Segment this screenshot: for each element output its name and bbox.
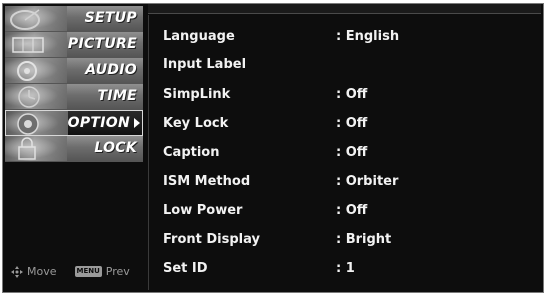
category-label: OPTION <box>67 115 130 131</box>
setting-name: ISM Method <box>163 174 251 189</box>
category-lock[interactable]: LOCK <box>5 136 143 162</box>
chevron-right-icon <box>134 118 140 128</box>
category-audio[interactable]: AUDIO <box>5 58 143 84</box>
category-picture[interactable]: PICTURE <box>5 32 143 58</box>
setting-name: SimpLink <box>163 87 231 102</box>
setting-row-low-power[interactable]: Low Power : Off <box>163 203 533 223</box>
category-label: TIME <box>97 88 137 104</box>
setting-row-ism-method[interactable]: ISM Method : Orbiter <box>163 174 533 194</box>
settings-panel: Language : English Input Label SimpLink … <box>148 15 542 290</box>
setting-value: : 1 <box>336 261 355 276</box>
setting-name: Key Lock <box>163 116 229 131</box>
setting-row-set-id[interactable]: Set ID : 1 <box>163 261 533 281</box>
setting-name: Caption <box>163 145 220 160</box>
category-time[interactable]: TIME <box>5 84 143 110</box>
setting-row-key-lock[interactable]: Key Lock : Off <box>163 116 533 136</box>
setting-name: Set ID <box>163 261 208 276</box>
setting-row-caption[interactable]: Caption : Off <box>163 145 533 165</box>
clock-icon <box>5 84 67 109</box>
setting-row-front-display[interactable]: Front Display : Bright <box>163 232 533 252</box>
prev-hint-label: Prev <box>105 265 130 278</box>
category-label: PICTURE <box>67 36 137 52</box>
setting-row-simplink[interactable]: SimpLink : Off <box>163 87 533 107</box>
menu-key-icon: MENU <box>74 266 102 277</box>
category-sidebar: SETUP PICTURE AUDIO TIME OPTION LOCK Mov… <box>5 6 146 290</box>
film-strip-icon <box>5 32 67 57</box>
setting-value: : Bright <box>336 232 392 247</box>
setting-value: : Off <box>336 145 368 160</box>
setting-row-input-label[interactable]: Input Label <box>163 57 533 77</box>
tv-osd-menu: SETUP PICTURE AUDIO TIME OPTION LOCK Mov… <box>2 3 544 293</box>
option-dial-icon <box>6 111 68 135</box>
navigation-hints: Move MENU Prev <box>11 265 130 278</box>
speaker-icon <box>5 58 67 83</box>
panel-top-border <box>148 4 541 14</box>
satellite-dish-icon <box>5 6 67 31</box>
setting-value: : Off <box>336 87 368 102</box>
move-icon <box>11 265 23 278</box>
setting-value: : Orbiter <box>336 174 399 189</box>
setting-value: : Off <box>336 203 368 218</box>
setting-value: : English <box>336 29 400 44</box>
category-label: SETUP <box>84 10 137 26</box>
setting-name: Low Power <box>163 203 243 218</box>
move-hint-label: Move <box>27 265 57 278</box>
setting-name: Front Display <box>163 232 260 247</box>
setting-row-language[interactable]: Language : English <box>163 29 533 49</box>
lock-icon <box>5 136 67 161</box>
setting-name: Language <box>163 29 235 44</box>
category-label: LOCK <box>94 140 137 156</box>
category-label: AUDIO <box>85 62 137 78</box>
setting-name: Input Label <box>163 57 247 72</box>
setting-value: : Off <box>336 116 368 131</box>
category-option[interactable]: OPTION <box>5 110 143 136</box>
category-setup[interactable]: SETUP <box>5 6 143 32</box>
